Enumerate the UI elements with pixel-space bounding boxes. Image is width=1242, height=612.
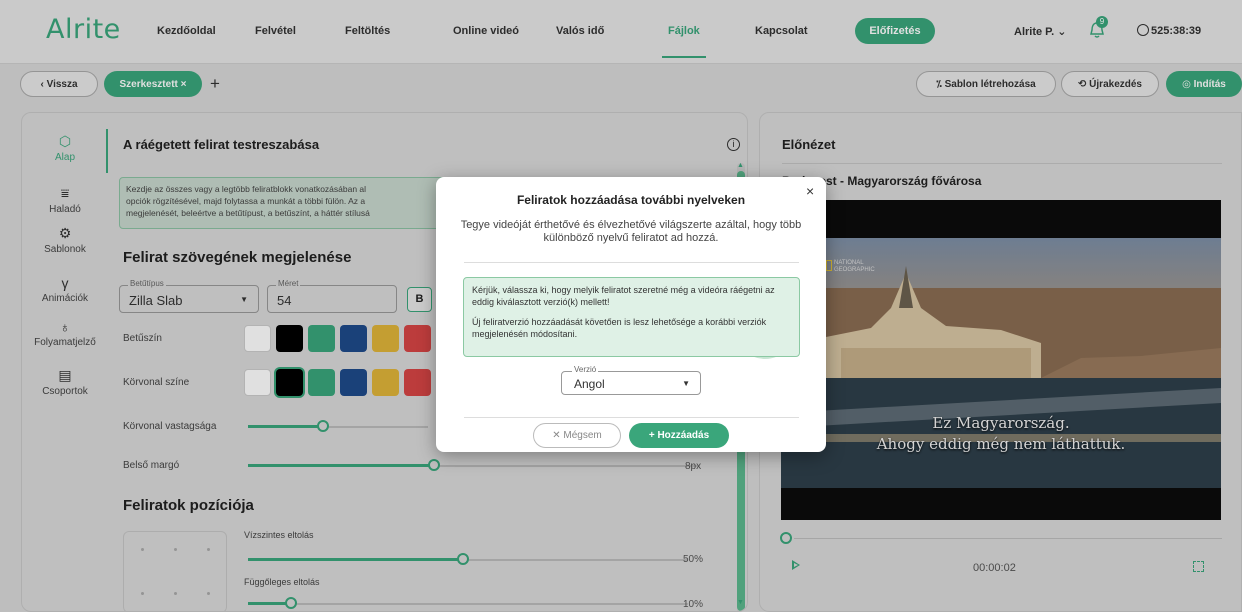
chevron-down-icon: ▼ (682, 379, 690, 388)
dialog-info-box: Kérjük, válassza ki, hogy melyik felirat… (463, 277, 800, 357)
version-select[interactable]: Verzió Angol ▼ (561, 365, 701, 395)
dialog-divider (464, 262, 799, 263)
add-language-dialog: × Feliratok hozzáadása további nyelveken… (436, 177, 826, 452)
info-paragraph-2: Új feliratverzió hozzáadását követően is… (472, 317, 767, 339)
dialog-title: Feliratok hozzáadása további nyelveken (516, 193, 746, 207)
version-value: Angol (574, 377, 605, 391)
info-paragraph-1: Kérjük, válassza ki, hogy melyik felirat… (472, 285, 775, 307)
add-button[interactable]: + Hozzáadás (629, 423, 729, 448)
dialog-subtitle: Tegye videóját érthetővé és élvezhetővé … (460, 219, 802, 244)
dialog-divider-bottom (464, 417, 799, 418)
cancel-button[interactable]: ✕ Mégsem (533, 423, 621, 448)
version-label: Verzió (572, 365, 599, 374)
